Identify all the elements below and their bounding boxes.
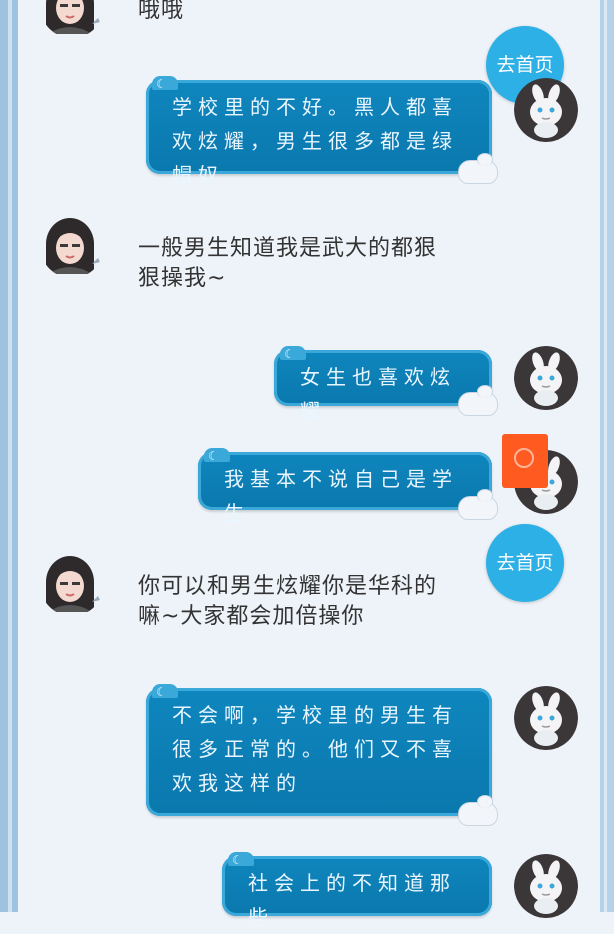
message-bubble: ☾ 社会上的不知道那些 — [222, 852, 492, 929]
right-frame-border — [600, 0, 614, 912]
left-frame-border — [0, 0, 18, 912]
cloud-cat-icon — [458, 385, 498, 416]
moon-icon: ☾ — [156, 685, 167, 699]
message-text: 一般男生知道我是武大的都狠狠操我~ — [138, 236, 438, 291]
bunny-avatar-icon[interactable] — [514, 686, 578, 750]
cloud-cat-icon — [458, 489, 498, 520]
moon-icon: ☾ — [232, 853, 243, 867]
girl-avatar-icon[interactable] — [40, 214, 104, 278]
girl-avatar-icon[interactable] — [40, 552, 104, 616]
bunny-avatar-icon[interactable] — [514, 78, 578, 142]
message-text: 社会上的不知道那些 — [248, 871, 456, 929]
message-bubble: ☾ 女生也喜欢炫耀 — [274, 346, 498, 423]
moon-icon: ☾ — [208, 449, 219, 463]
message-text: 不会啊，学校里的男生有很多正常的。他们又不喜欢我这样的 — [172, 703, 458, 795]
message-bubble: ☾ 不会啊，学校里的男生有很多正常的。他们又不喜欢我这样的 — [146, 684, 498, 826]
moon-icon: ☾ — [156, 77, 167, 91]
bunny-avatar-icon[interactable] — [514, 854, 578, 918]
bunny-avatar-icon[interactable] — [514, 346, 578, 410]
message-bubble: ☾ 我基本不说自己是学生 — [198, 448, 498, 525]
message-text: 哦哦 — [138, 0, 185, 23]
cloud-cat-icon — [458, 153, 498, 184]
cloud-cat-icon — [458, 795, 498, 826]
floating-widget[interactable] — [502, 434, 548, 488]
message-text: 你可以和男生炫耀你是华科的嘛~大家都会加倍操你 — [138, 574, 438, 629]
message-text: 学校里的不好。黑人都喜欢炫耀，男生很多都是绿帽奴 — [172, 95, 458, 187]
loading-ring-icon — [514, 448, 534, 468]
home-button[interactable]: 去首页 — [486, 524, 564, 602]
moon-icon: ☾ — [284, 347, 295, 361]
message-bubble: ☾ 学校里的不好。黑人都喜欢炫耀，男生很多都是绿帽奴 — [146, 76, 498, 187]
